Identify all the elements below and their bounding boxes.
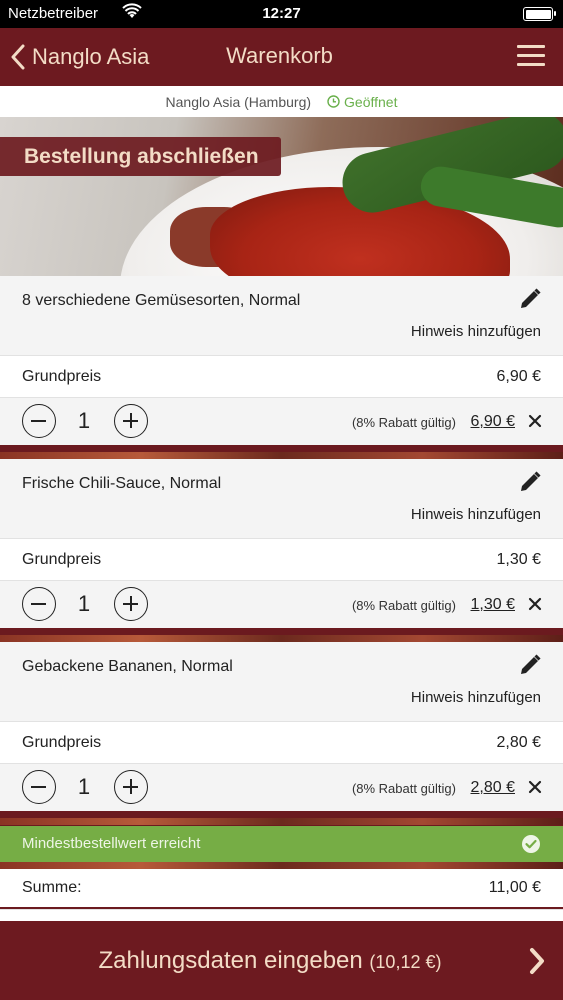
hamburger-menu-icon[interactable] xyxy=(517,45,545,67)
payment-button-text: Zahlungsdaten eingeben (10,12 €) xyxy=(0,947,540,975)
payment-details-button[interactable]: Zahlungsdaten eingeben (10,12 €) xyxy=(0,921,563,1000)
sum-label: Summe: xyxy=(22,879,82,896)
open-status-label: Geöffnet xyxy=(344,93,398,110)
status-bar: Netzbetreiber 12:27 xyxy=(0,0,563,28)
decrease-quantity-button[interactable] xyxy=(22,770,56,804)
payment-button-label: Zahlungsdaten eingeben xyxy=(98,947,363,974)
base-price-row: Grundpreis 1,30 € xyxy=(0,538,563,580)
check-circle-icon xyxy=(521,834,541,858)
remove-item-icon[interactable] xyxy=(528,597,542,616)
checkout-banner: Bestellung abschließen xyxy=(0,137,281,176)
add-note-link[interactable]: Hinweis hinzufügen xyxy=(411,323,541,340)
quantity-value: 1 xyxy=(77,408,91,433)
add-note-link[interactable]: Hinweis hinzufügen xyxy=(411,689,541,706)
quantity-value: 1 xyxy=(77,774,91,799)
cart-item-header: Gebackene Bananen, Normal Hinweis hinzuf… xyxy=(0,642,563,721)
pencil-icon[interactable] xyxy=(519,471,541,498)
min-order-text: Mindestbestellwert erreicht xyxy=(22,835,201,852)
remove-item-icon[interactable] xyxy=(528,780,542,799)
increase-quantity-button[interactable] xyxy=(114,770,148,804)
item-name: 8 verschiedene Gemüsesorten, Normal xyxy=(22,292,301,309)
discount-note: (8% Rabatt gültig) xyxy=(351,598,456,613)
discount-note: (8% Rabatt gültig) xyxy=(351,415,456,430)
pencil-icon[interactable] xyxy=(519,288,541,315)
base-price-value: 2,80 € xyxy=(496,734,541,751)
divider xyxy=(0,818,563,825)
base-price-row: Grundpreis 6,90 € xyxy=(0,355,563,397)
item-price[interactable]: 6,90 € xyxy=(471,413,515,431)
navigation-bar: Nanglo Asia Warenkorb xyxy=(0,28,563,86)
quantity-row: 1 (8% Rabatt gültig) 1,30 € xyxy=(0,580,563,628)
chevron-right-icon xyxy=(527,947,547,980)
cart-item-header: Frische Chili-Sauce, Normal Hinweis hinz… xyxy=(0,459,563,538)
divider xyxy=(0,635,563,642)
hero-image: Bestellung abschließen xyxy=(0,117,563,276)
quantity-row: 1 (8% Rabatt gültig) 2,80 € xyxy=(0,763,563,811)
pencil-icon[interactable] xyxy=(519,654,541,681)
decrease-quantity-button[interactable] xyxy=(22,587,56,621)
quantity-value: 1 xyxy=(77,591,91,616)
add-note-link[interactable]: Hinweis hinzufügen xyxy=(411,506,541,523)
increase-quantity-button[interactable] xyxy=(114,587,148,621)
item-price[interactable]: 2,80 € xyxy=(471,779,515,797)
quantity-row: 1 (8% Rabatt gültig) 6,90 € xyxy=(0,397,563,445)
discount-note: (8% Rabatt gültig) xyxy=(351,781,456,796)
clock-icon xyxy=(327,95,340,108)
chevron-left-icon xyxy=(11,44,25,70)
back-button[interactable]: Nanglo Asia xyxy=(10,40,149,74)
base-price-label: Grundpreis xyxy=(22,551,102,568)
item-name: Frische Chili-Sauce, Normal xyxy=(22,475,222,492)
base-price-label: Grundpreis xyxy=(22,368,102,385)
back-label: Nanglo Asia xyxy=(32,44,150,69)
cart-item-header: 8 verschiedene Gemüsesorten, Normal Hinw… xyxy=(0,276,563,355)
base-price-row: Grundpreis 2,80 € xyxy=(0,721,563,763)
battery-icon xyxy=(523,7,556,21)
divider xyxy=(0,452,563,459)
open-status: Geöffnet xyxy=(327,94,397,110)
divider xyxy=(0,862,563,869)
min-order-banner: Mindestbestellwert erreicht xyxy=(0,826,563,862)
restaurant-info-bar: Nanglo Asia (Hamburg) Geöffnet xyxy=(0,86,563,117)
item-name: Gebackene Bananen, Normal xyxy=(22,658,233,675)
payment-total: (10,12 €) xyxy=(369,952,442,972)
remove-item-icon[interactable] xyxy=(528,414,542,433)
sum-row: Summe: 11,00 € xyxy=(0,869,563,907)
base-price-value: 6,90 € xyxy=(496,368,541,385)
next-row-peek xyxy=(0,909,563,921)
decrease-quantity-button[interactable] xyxy=(22,404,56,438)
base-price-value: 1,30 € xyxy=(496,551,541,568)
sum-value: 11,00 € xyxy=(488,879,541,896)
base-price-label: Grundpreis xyxy=(22,734,102,751)
clock: 12:27 xyxy=(262,5,301,22)
item-price[interactable]: 1,30 € xyxy=(471,596,515,614)
restaurant-name: Nanglo Asia (Hamburg) xyxy=(165,93,312,110)
increase-quantity-button[interactable] xyxy=(114,404,148,438)
